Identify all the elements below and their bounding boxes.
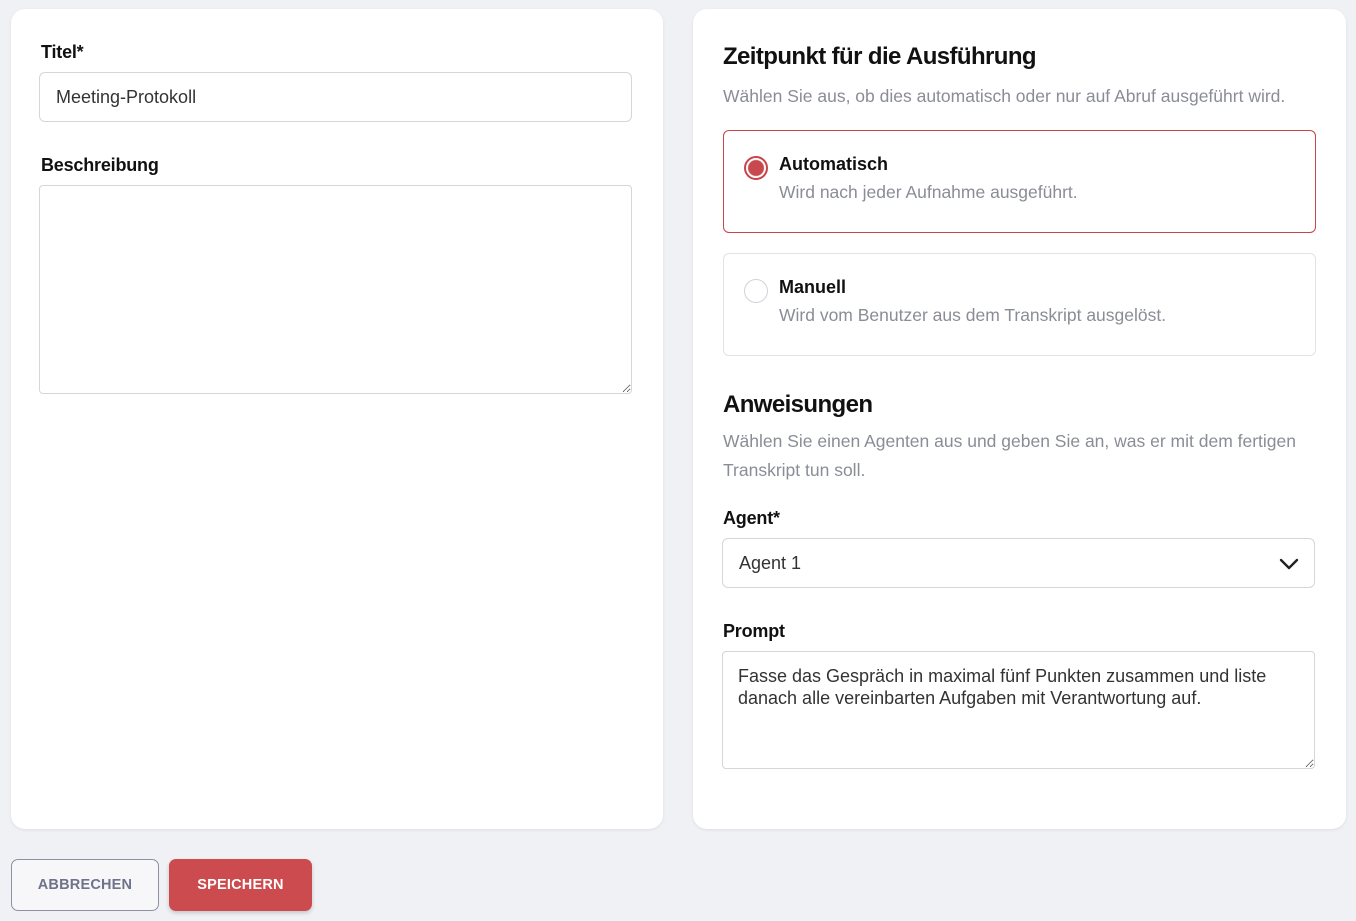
option-manual-title: Manuell	[779, 277, 847, 297]
option-manual-description: Wird vom Benutzer aus dem Transkript aus…	[779, 305, 1167, 325]
agent-select-value: Agent 1	[739, 553, 802, 573]
settings-card: Zeitpunkt für die Ausführung Wählen Sie …	[693, 9, 1346, 829]
chevron-down-icon[interactable]	[1278, 553, 1300, 575]
option-automatic[interactable]: Automatisch Wird nach jeder Aufnahme aus…	[723, 130, 1316, 233]
instructions-subtitle: Wählen Sie einen Agenten aus und geben S…	[723, 431, 1297, 480]
option-automatic-title: Automatisch	[779, 154, 889, 174]
option-manual[interactable]: Manuell Wird vom Benutzer aus dem Transk…	[723, 253, 1316, 356]
prompt-label: Prompt	[723, 621, 785, 641]
option-automatic-description: Wird nach jeder Aufnahme ausgeführt.	[779, 182, 1078, 202]
agent-select[interactable]: Agent 1	[722, 538, 1315, 588]
title-label: Titel*	[41, 42, 84, 62]
description-label: Beschreibung	[41, 155, 159, 175]
instructions-heading: Anweisungen	[723, 391, 873, 418]
agent-label: Agent*	[723, 508, 780, 528]
radio-automatic[interactable]	[744, 156, 768, 180]
save-button[interactable]: SPEICHERN	[169, 859, 312, 911]
general-card: Titel* Beschreibung	[11, 9, 663, 829]
prompt-textarea[interactable]: Fasse das Gespräch in maximal fünf Punkt…	[722, 651, 1315, 769]
radio-manual[interactable]	[744, 279, 768, 303]
execution-subtitle: Wählen Sie aus, ob dies automatisch oder…	[723, 86, 1286, 106]
execution-heading: Zeitpunkt für die Ausführung	[723, 43, 1037, 70]
description-textarea[interactable]	[39, 185, 632, 394]
cancel-button[interactable]: ABBRECHEN	[11, 859, 159, 911]
title-input[interactable]	[39, 72, 632, 122]
